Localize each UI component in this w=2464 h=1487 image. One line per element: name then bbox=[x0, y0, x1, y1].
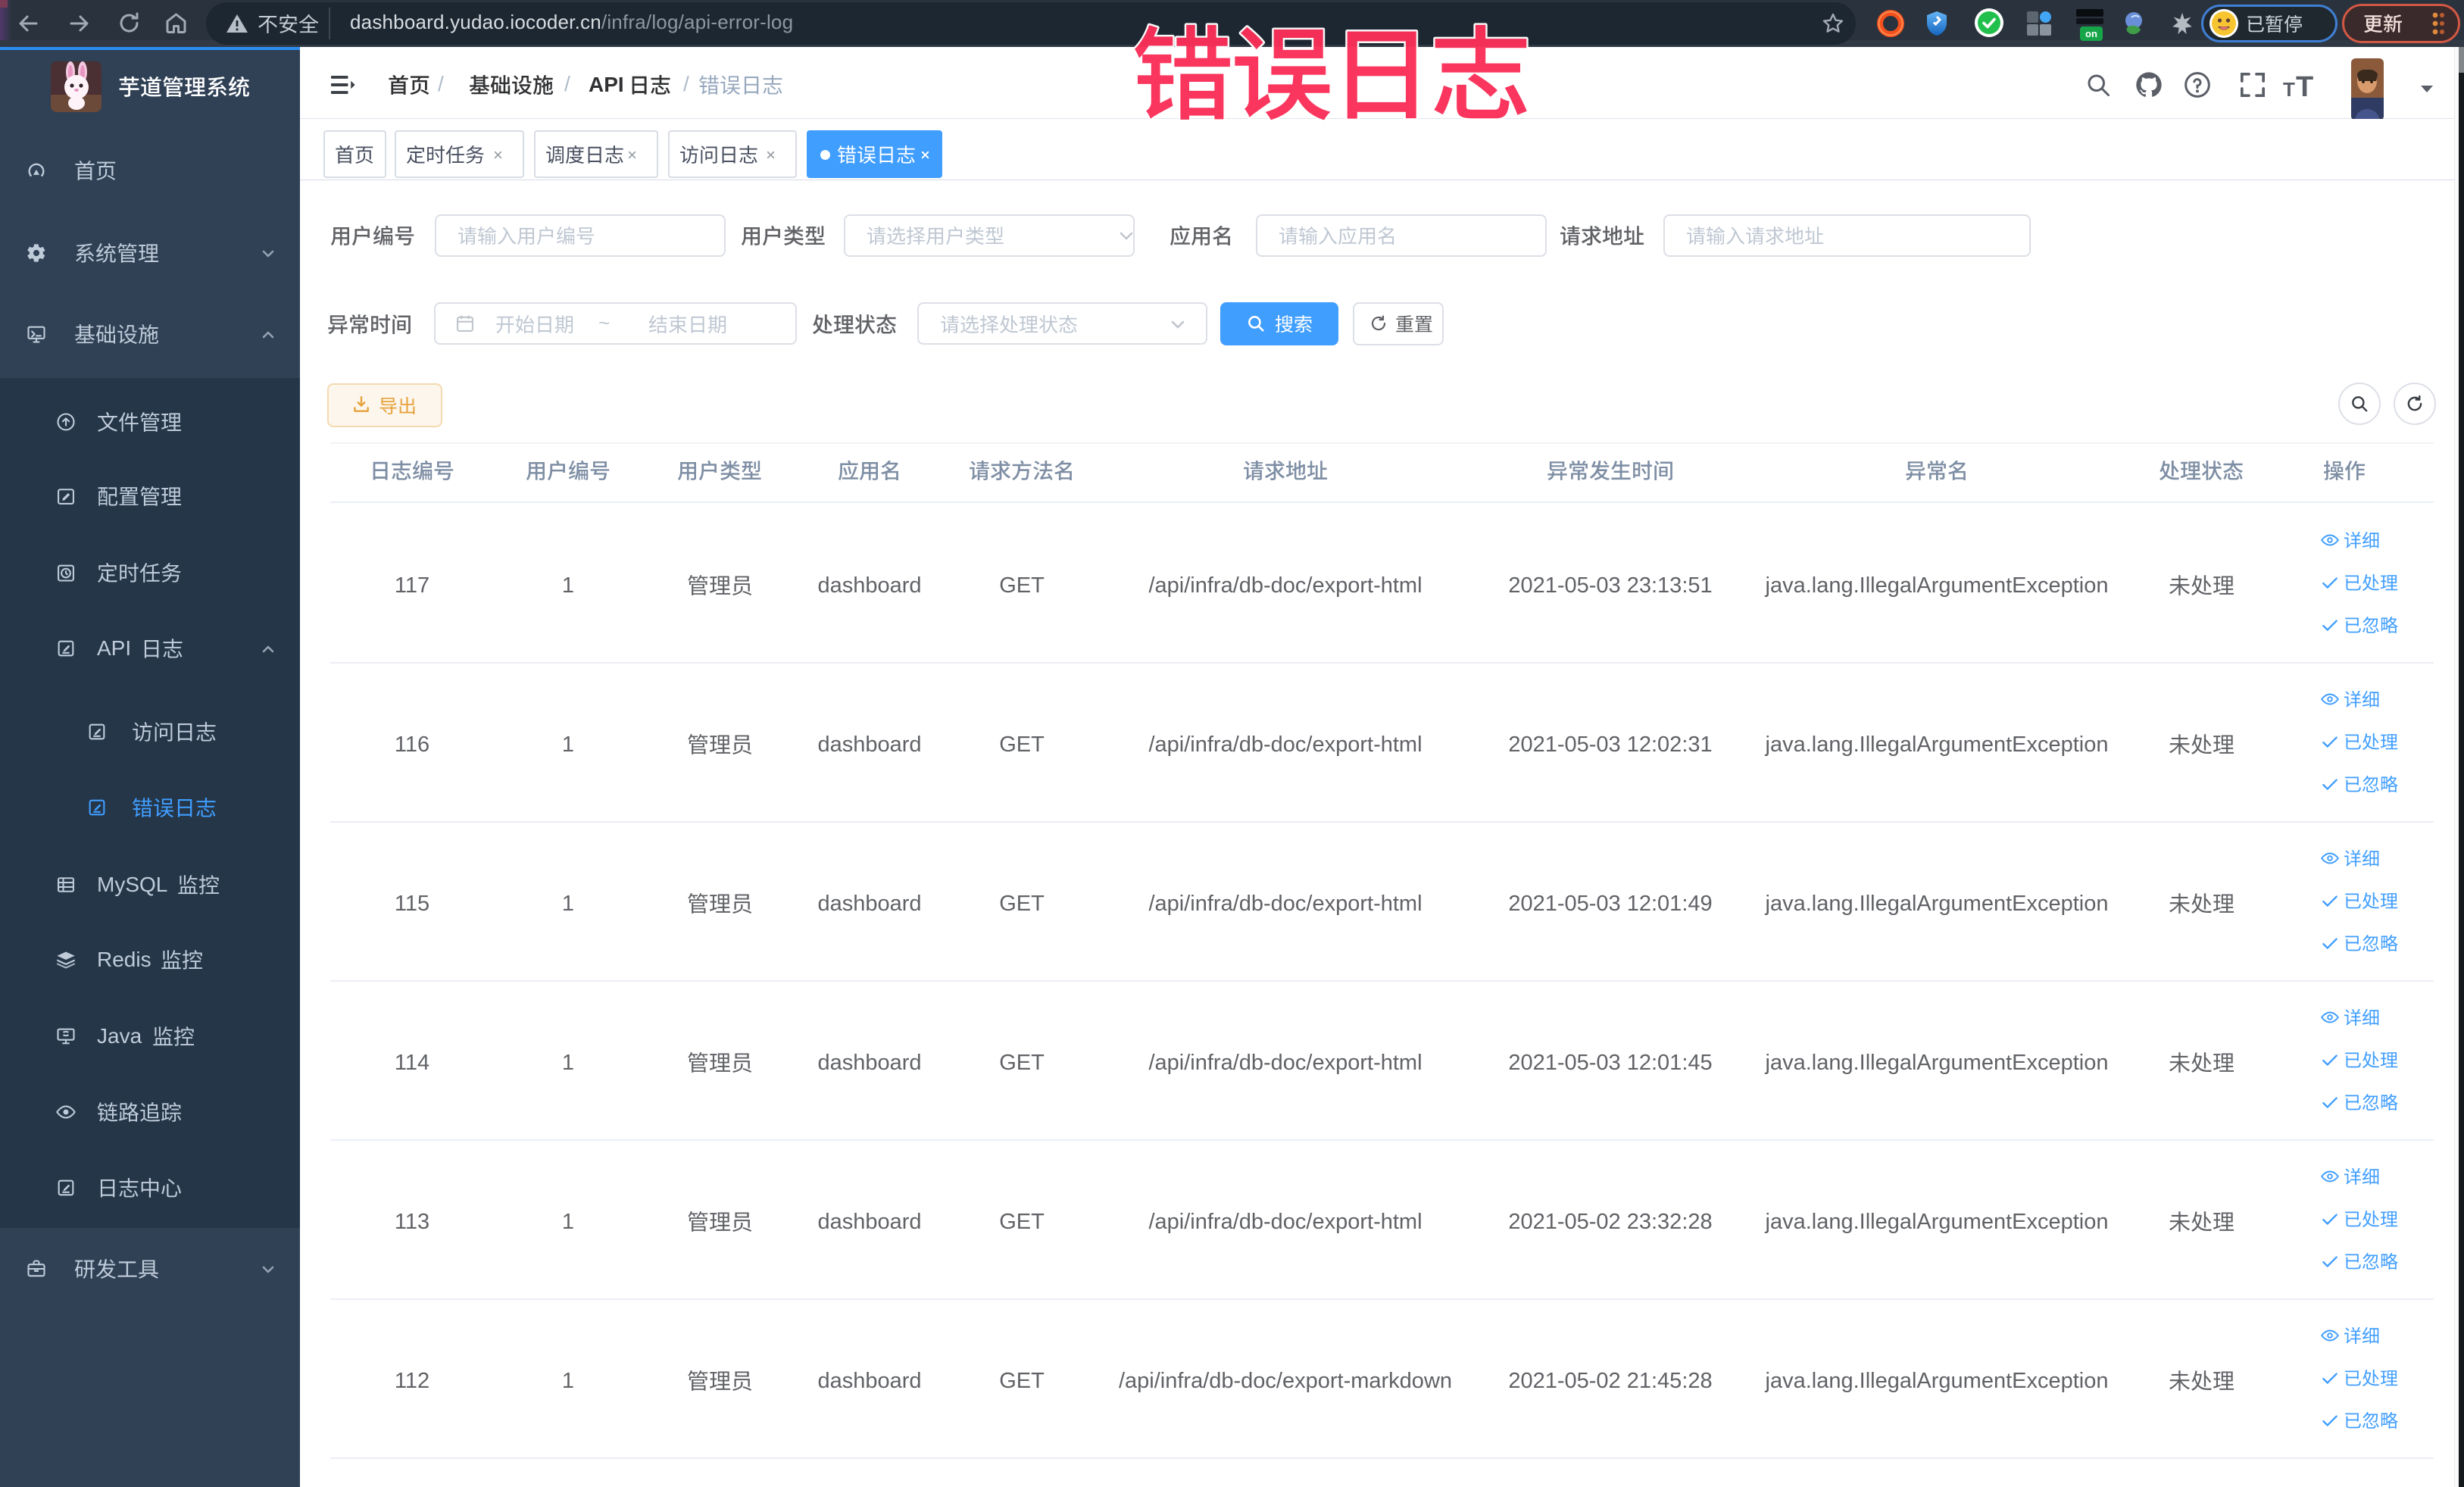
svg-text:on: on bbox=[2085, 28, 2097, 39]
